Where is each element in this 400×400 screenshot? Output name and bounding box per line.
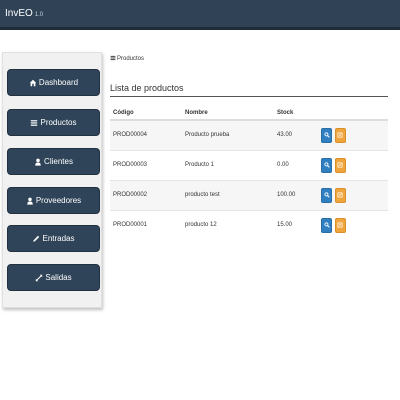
home-icon <box>29 79 37 87</box>
cell-nombre: producto 12 <box>182 209 274 240</box>
cell-nombre: producto test <box>182 179 274 210</box>
edit-icon <box>337 222 343 228</box>
app-version: 1.0 <box>34 12 44 18</box>
column-header-actions <box>318 106 388 121</box>
sidebar-item-label: Entradas <box>42 234 75 243</box>
sidebar-item-dashboard[interactable]: Dashboard <box>7 69 100 96</box>
cell-codigo: PROD00001 <box>110 209 182 240</box>
cell-actions <box>318 119 388 150</box>
edit-button[interactable] <box>334 187 346 203</box>
cell-actions <box>318 149 388 180</box>
sidebar-item-label: Salidas <box>45 273 72 282</box>
sidebar-item-clientes[interactable]: Clientes <box>7 148 100 175</box>
top-navbar: InvEO 1.0 <box>0 0 400 30</box>
search-icon <box>323 222 330 228</box>
column-header-nombre: Nombre <box>182 106 274 121</box>
cell-stock: 43.00 <box>274 119 318 150</box>
table-header-row: Código Nombre Stock <box>110 106 388 121</box>
edit-icon <box>337 192 343 198</box>
breadcrumb: Productos <box>110 54 144 64</box>
products-table: Código Nombre Stock PROD00004 Producto p… <box>110 106 388 240</box>
table-row: PROD00004 Producto prueba 43.00 <box>110 119 388 150</box>
resize-arrows-icon <box>35 274 43 282</box>
list-icon <box>30 119 38 127</box>
cell-actions <box>318 209 388 240</box>
sidebar: Dashboard Productos Clientes Proveedores… <box>2 52 102 308</box>
edit-icon <box>337 162 343 168</box>
cell-stock: 0.00 <box>274 149 318 180</box>
app-name: InvEO <box>5 8 33 19</box>
search-icon <box>323 192 330 198</box>
edit-icon <box>337 132 343 138</box>
edit-button[interactable] <box>334 127 346 143</box>
sidebar-item-label: Clientes <box>44 157 73 166</box>
table-row: PROD00001 producto 12 15.00 <box>110 209 388 240</box>
cell-stock: 15.00 <box>274 209 318 240</box>
search-icon <box>323 132 330 138</box>
table-row: PROD00003 Producto 1 0.00 <box>110 149 388 180</box>
cell-nombre: Producto 1 <box>182 149 274 180</box>
edit-button[interactable] <box>334 157 346 173</box>
sidebar-item-proveedores[interactable]: Proveedores <box>7 187 100 214</box>
view-button[interactable] <box>321 217 332 233</box>
cell-codigo: PROD00002 <box>110 179 182 210</box>
list-icon <box>110 55 117 63</box>
sidebar-item-label: Proveedores <box>35 196 82 205</box>
view-button[interactable] <box>321 187 332 203</box>
sidebar-item-label: Productos <box>40 118 77 127</box>
search-icon <box>323 162 330 168</box>
cell-codigo: PROD00003 <box>110 149 182 180</box>
sidebar-item-entradas[interactable]: Entradas <box>7 225 100 252</box>
sidebar-item-label: Dashboard <box>38 78 79 87</box>
cell-codigo: PROD00004 <box>110 119 182 150</box>
sidebar-item-salidas[interactable]: Salidas <box>7 264 100 291</box>
cell-actions <box>318 179 388 210</box>
cell-nombre: Producto prueba <box>182 119 274 150</box>
view-button[interactable] <box>321 127 332 143</box>
view-button[interactable] <box>321 157 332 173</box>
user-icon <box>26 197 34 205</box>
page-title: Lista de productos <box>110 83 388 97</box>
user-icon <box>34 158 42 166</box>
pencil-icon <box>32 235 40 243</box>
column-header-stock: Stock <box>274 106 318 121</box>
sidebar-item-productos[interactable]: Productos <box>7 109 100 136</box>
table-row: PROD00002 producto test 100.00 <box>110 179 388 210</box>
edit-button[interactable] <box>334 217 346 233</box>
breadcrumb-label[interactable]: Productos <box>117 56 144 62</box>
column-header-codigo: Código <box>110 106 182 121</box>
cell-stock: 100.00 <box>274 179 318 210</box>
app-brand[interactable]: InvEO 1.0 <box>5 8 43 19</box>
